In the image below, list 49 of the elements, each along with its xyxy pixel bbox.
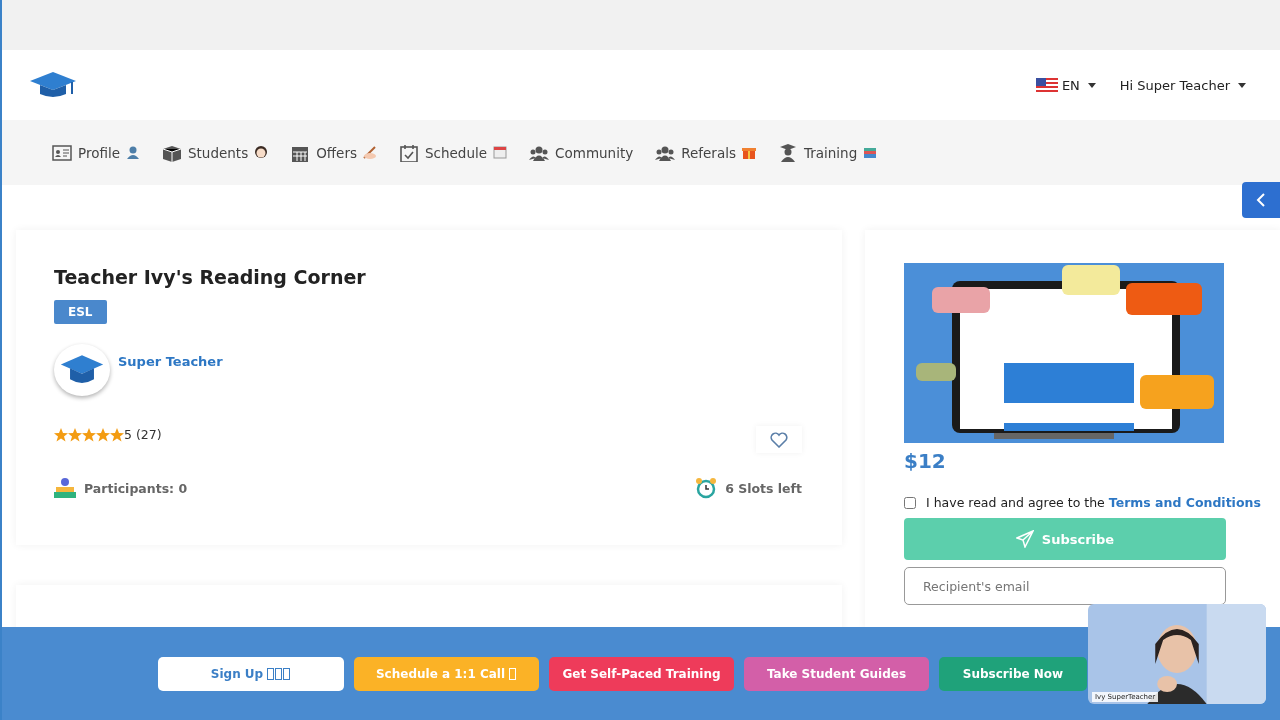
id-card-icon bbox=[52, 143, 72, 162]
missing-glyph-icon bbox=[267, 667, 292, 680]
box-icon bbox=[162, 143, 182, 162]
email-field[interactable]: Recipient's email bbox=[904, 567, 1226, 605]
slots-left: 6 Slots left bbox=[725, 480, 802, 496]
offer-title: Teacher Ivy's Reading Corner bbox=[54, 266, 366, 288]
star-icon bbox=[54, 427, 68, 442]
nav-tab[interactable]: Training bbox=[777, 143, 878, 162]
language-dropdown[interactable]: EN bbox=[1035, 77, 1096, 93]
nav-tab[interactable]: Students bbox=[162, 143, 269, 162]
action-button[interactable]: Take Student Guides bbox=[744, 656, 929, 691]
teacher-link[interactable]: Super Teacher bbox=[118, 354, 223, 369]
terms-checkbox[interactable] bbox=[904, 496, 916, 509]
send-icon bbox=[1015, 530, 1034, 548]
user-menu[interactable]: Hi Super Teacher bbox=[1119, 77, 1246, 93]
star-icon bbox=[82, 427, 96, 442]
graduation-cap-logo[interactable] bbox=[28, 70, 78, 100]
tag-badge: ESL bbox=[54, 300, 107, 324]
gift-icon bbox=[741, 145, 756, 160]
person-icon bbox=[126, 145, 140, 160]
calendar-check-icon bbox=[399, 143, 419, 162]
flag-icon bbox=[1035, 78, 1058, 92]
tear-off-calendar-icon bbox=[493, 145, 508, 160]
missing-glyph-icon bbox=[509, 667, 518, 680]
action-button[interactable]: Get Self-Paced Training bbox=[549, 656, 734, 691]
books-icon bbox=[863, 145, 878, 160]
teacher-avatar bbox=[54, 344, 110, 396]
star-icon bbox=[110, 427, 124, 442]
rating-text: 5 (27) bbox=[124, 427, 162, 442]
participants-count: Participants: 0 bbox=[84, 480, 188, 496]
nav-tab[interactable]: Schedule bbox=[399, 143, 508, 162]
action-button[interactable]: Sign Up bbox=[158, 656, 344, 691]
alarm-clock-icon bbox=[695, 477, 718, 499]
writing-hand-icon bbox=[363, 145, 377, 160]
nav-tab[interactable]: Profile bbox=[52, 143, 140, 162]
terms-link[interactable]: Terms and Conditions bbox=[1108, 495, 1261, 510]
star-icon bbox=[68, 427, 82, 442]
nav-tab[interactable]: Offers bbox=[290, 143, 377, 162]
chevron-left-icon bbox=[1255, 192, 1267, 208]
price: $12 bbox=[904, 449, 947, 473]
terms-text: I have read and agree to the bbox=[926, 495, 1105, 510]
girl-face-icon bbox=[254, 145, 269, 160]
participants-icon bbox=[54, 477, 76, 499]
heart-icon bbox=[770, 432, 788, 448]
collapse-button[interactable] bbox=[1242, 182, 1280, 218]
star-icon bbox=[96, 427, 110, 442]
nav-tab[interactable]: Community bbox=[529, 143, 634, 162]
favorite-button[interactable] bbox=[756, 426, 802, 453]
nav-tab[interactable]: Referals bbox=[655, 143, 756, 162]
